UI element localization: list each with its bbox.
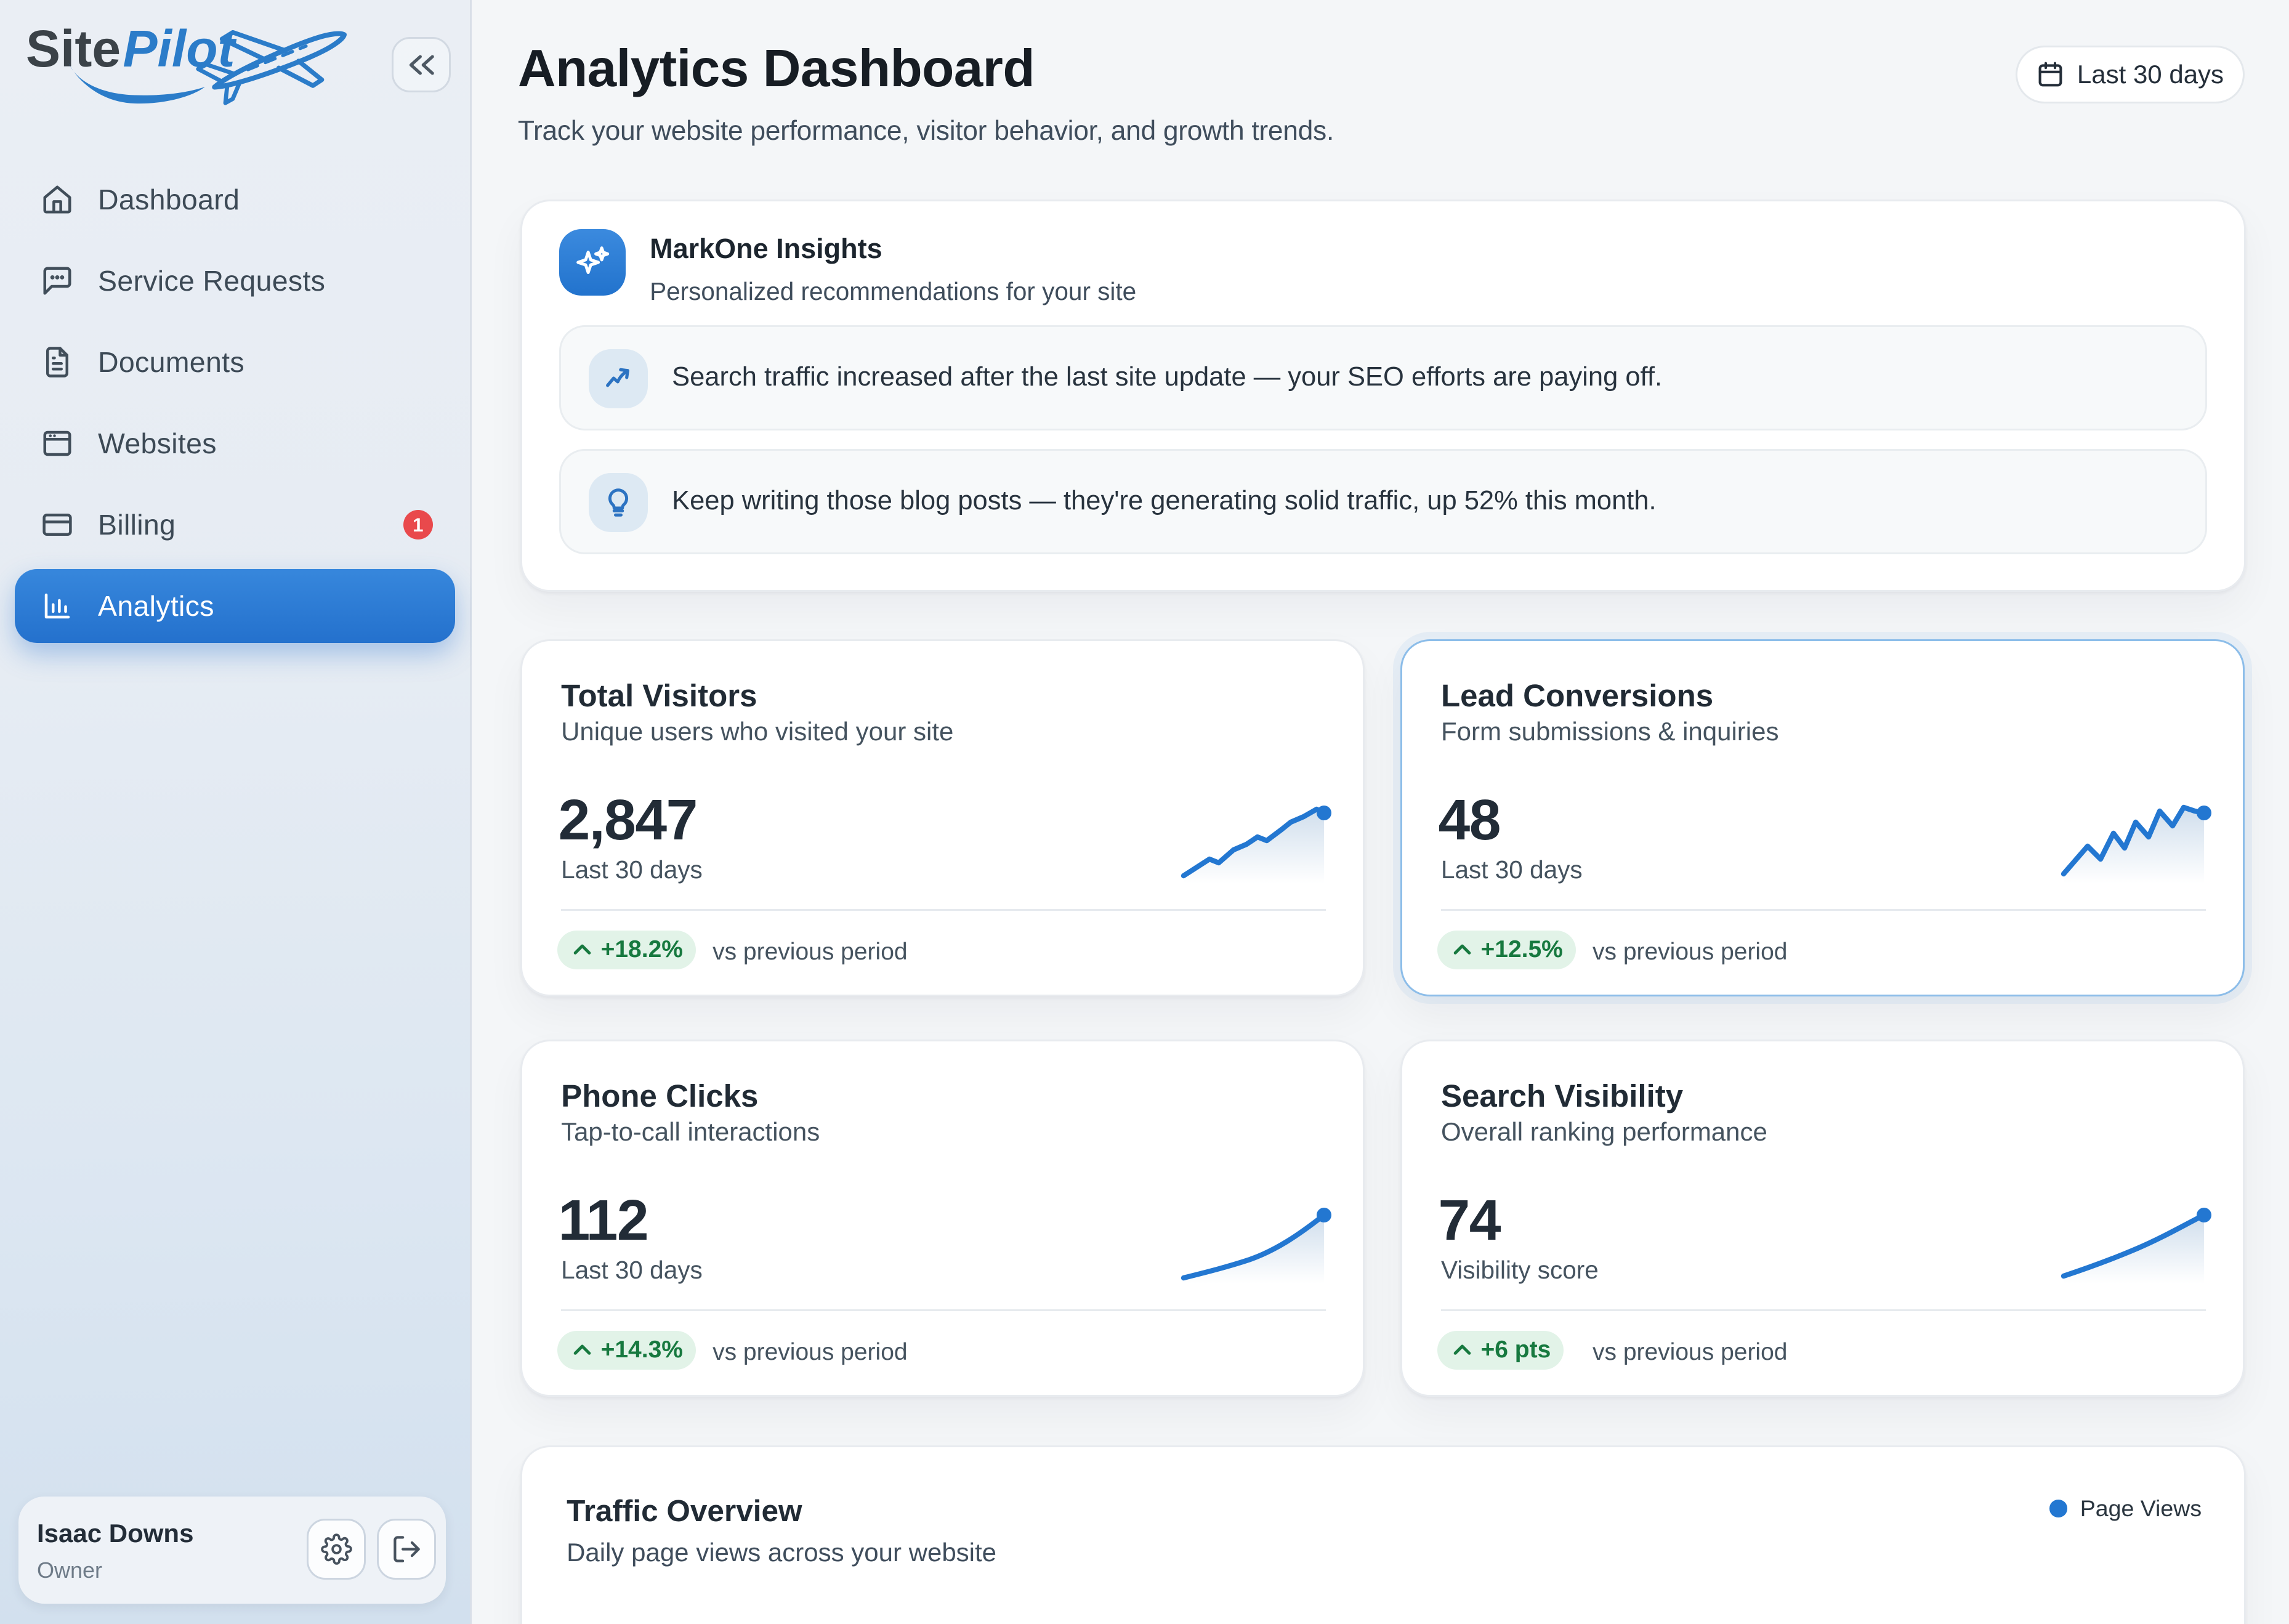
svg-text:Site: Site	[26, 20, 121, 78]
